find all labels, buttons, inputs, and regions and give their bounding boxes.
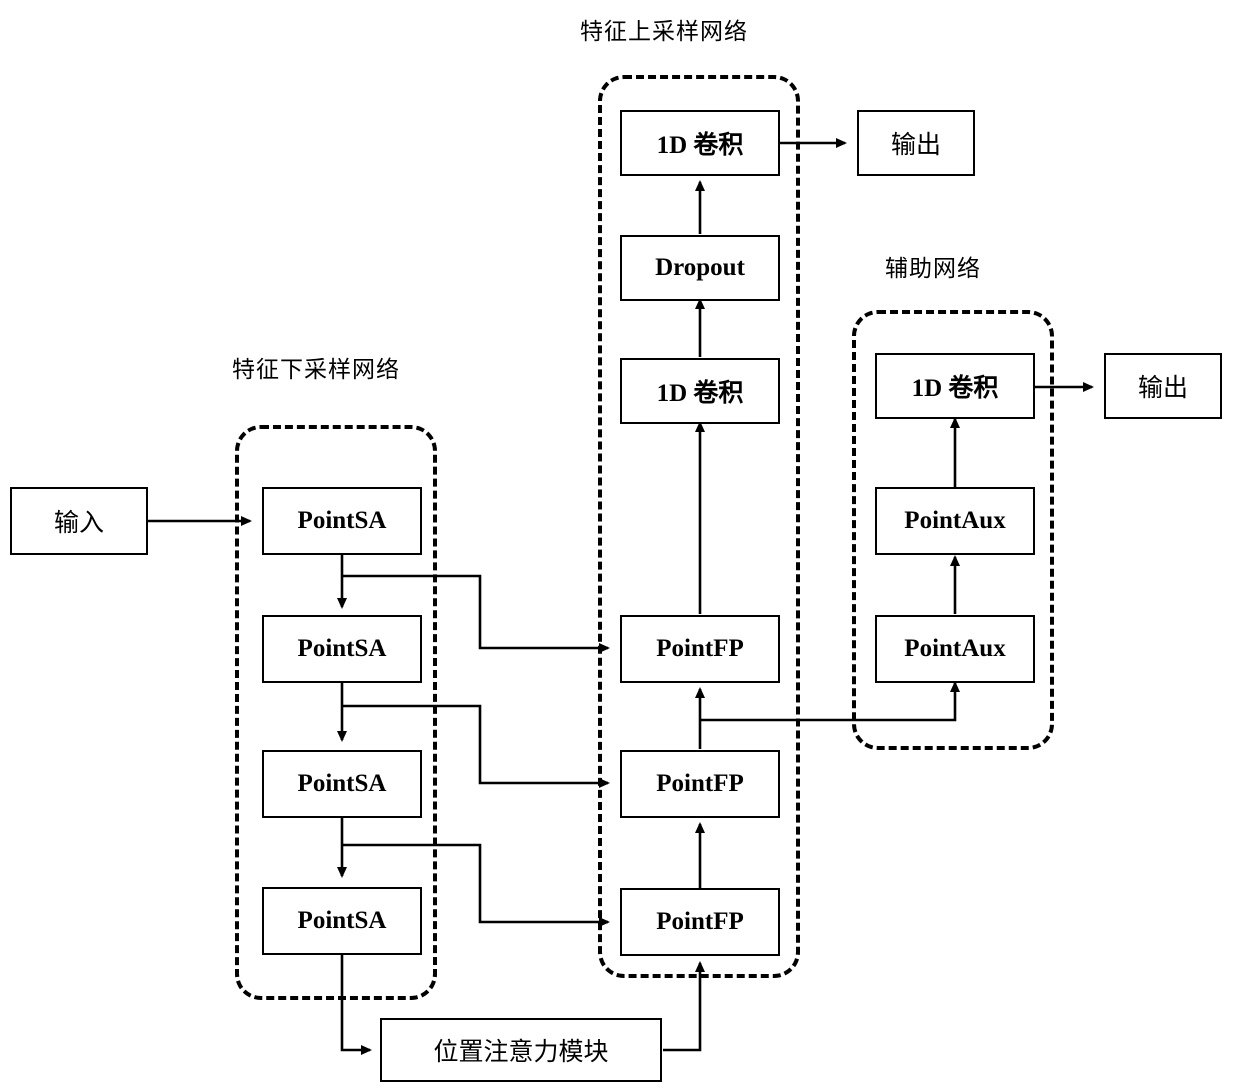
node-pointfp-4[interactable]: PointFP: [620, 888, 780, 956]
group-label-auxiliary: 辅助网络: [885, 255, 981, 281]
node-dropout[interactable]: Dropout: [620, 235, 780, 301]
node-pointsa-1[interactable]: PointSA: [262, 487, 422, 555]
wire-sa4-to-posattn: [340, 955, 372, 1055]
node-pointaux-1[interactable]: PointAux: [875, 487, 1035, 555]
wire-branch-to-aux2: [700, 681, 960, 722]
diagram-canvas: 特征上采样网络 特征下采样网络 辅助网络 输入 PointSA PointSA …: [0, 0, 1240, 1089]
node-conv1d-aux[interactable]: 1D 卷积: [875, 353, 1035, 419]
node-output-main[interactable]: 输出: [857, 110, 975, 176]
node-output-aux[interactable]: 输出: [1104, 353, 1222, 419]
node-pointfp-2[interactable]: PointFP: [620, 615, 780, 683]
wire-posattn-to-fp4: [663, 961, 705, 1052]
node-position-attention-module[interactable]: 位置注意力模块: [380, 1018, 662, 1082]
node-conv1d-mid[interactable]: 1D 卷积: [620, 358, 780, 424]
node-pointfp-3[interactable]: PointFP: [620, 750, 780, 818]
node-conv1d-top[interactable]: 1D 卷积: [620, 110, 780, 176]
node-pointsa-2[interactable]: PointSA: [262, 615, 422, 683]
node-pointaux-2[interactable]: PointAux: [875, 615, 1035, 683]
node-pointsa-4[interactable]: PointSA: [262, 887, 422, 955]
node-pointsa-3[interactable]: PointSA: [262, 750, 422, 818]
group-label-upsample: 特征上采样网络: [580, 18, 748, 44]
node-input[interactable]: 输入: [10, 487, 148, 555]
group-label-downsample: 特征下采样网络: [232, 356, 400, 382]
